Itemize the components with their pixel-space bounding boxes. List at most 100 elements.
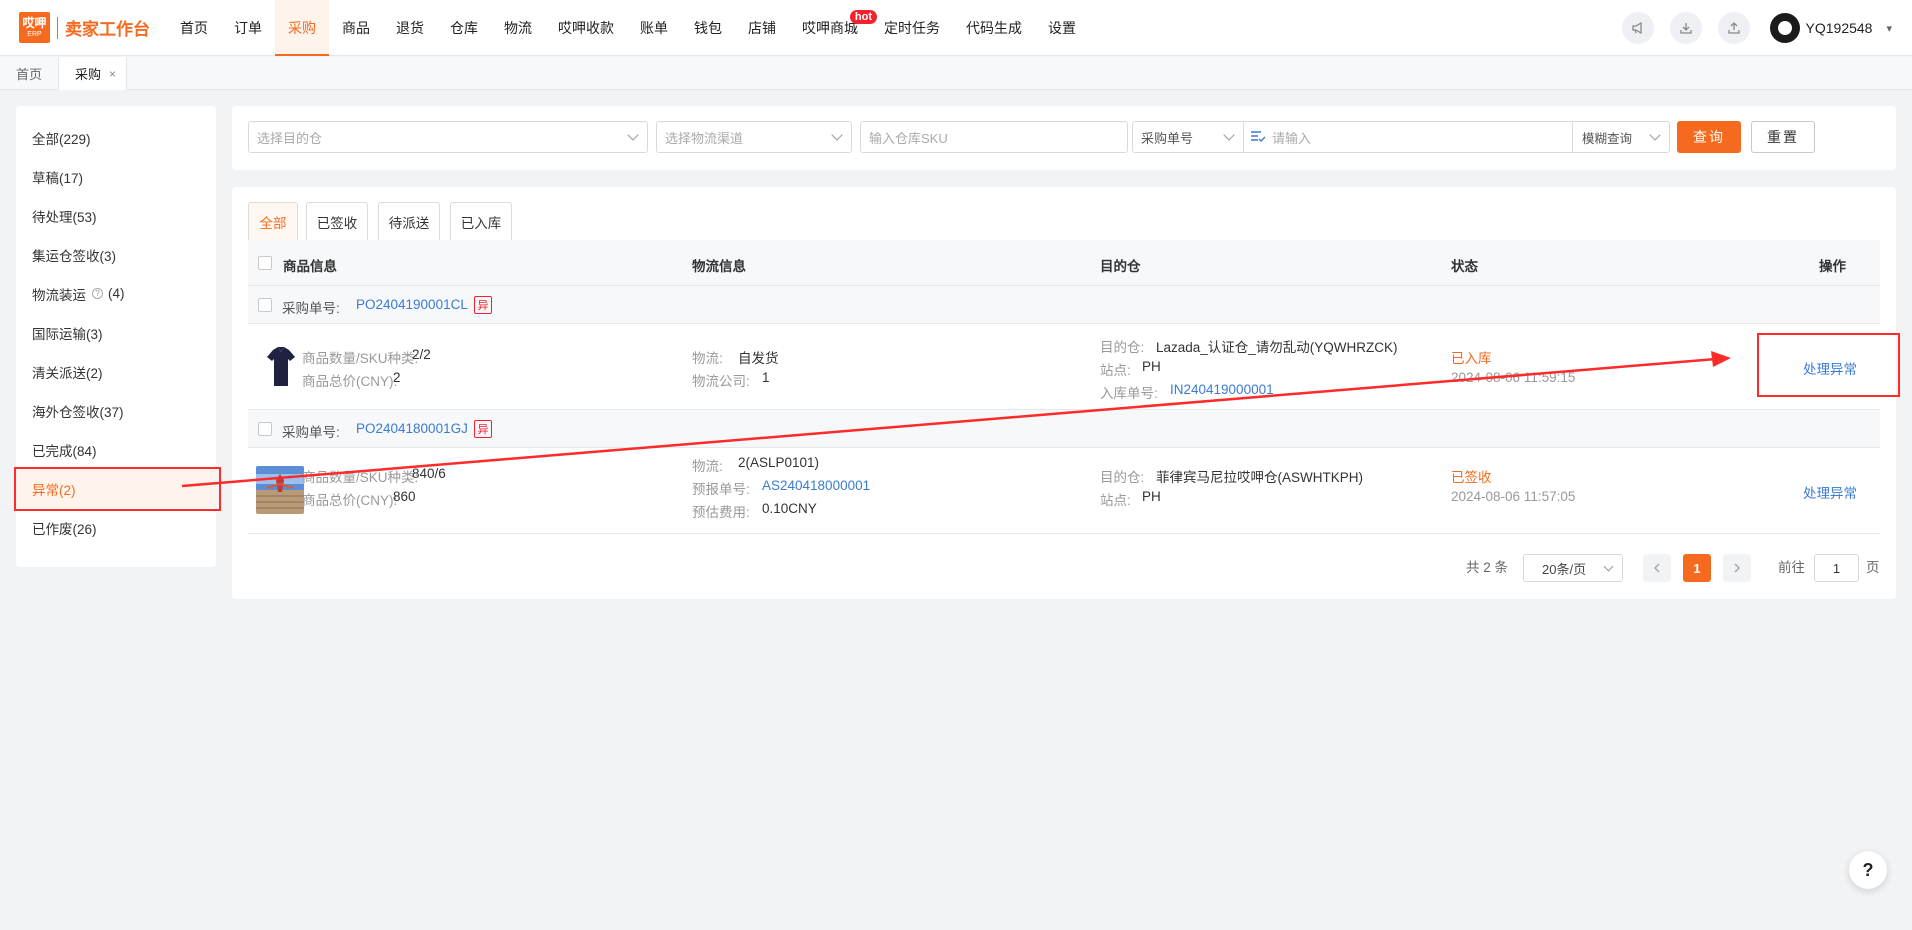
sidebar-item-draft[interactable]: 草稿(17)	[16, 157, 216, 196]
sidebar-item-international[interactable]: 国际运输(3)	[16, 313, 216, 352]
sidebar-item-all[interactable]: 全部(229)	[16, 118, 216, 157]
nav-wallet[interactable]: 钱包	[681, 0, 735, 56]
sidebar-item-completed[interactable]: 已完成(84)	[16, 430, 216, 469]
handle-exception-link[interactable]: 处理异常	[1803, 482, 1857, 502]
nav-right-tools: YQ192548 ▾	[1606, 0, 1892, 56]
tab-label: 采购	[75, 67, 102, 82]
sidebar-item-void[interactable]: 已作废(26)	[16, 508, 216, 547]
question-icon[interactable]: ?	[92, 288, 103, 299]
inbound-label: 入库单号:	[1100, 386, 1158, 401]
nav-label: 退货	[396, 19, 424, 36]
goto-value: 1	[1832, 560, 1841, 576]
qty-value: 840/6	[412, 466, 446, 481]
nav-logistics[interactable]: 物流	[491, 0, 545, 56]
search-button[interactable]: 查询	[1677, 121, 1741, 153]
po-number-link[interactable]: PO2404180001GJ	[356, 421, 468, 436]
logistics-label: 物流:	[692, 351, 723, 366]
reset-button[interactable]: 重置	[1751, 121, 1815, 153]
chevron-down-icon	[1649, 129, 1661, 141]
keyword-input[interactable]: 请输入	[1243, 121, 1573, 153]
select-all-checkbox[interactable]	[258, 256, 272, 270]
username[interactable]: YQ192548	[1806, 20, 1873, 36]
main-menu: 首页 订单 采购 商品 退货 仓库 物流 哎呷收款 账单 钱包 店铺 哎呷商城 h…	[167, 0, 1089, 56]
nav-scheduled-tasks[interactable]: 定时任务	[871, 0, 953, 56]
dest-value: 菲律宾马尼拉哎呷仓(ASWHTKPH)	[1156, 470, 1363, 485]
page-tab-home[interactable]: 首页	[0, 57, 60, 90]
nav-settings[interactable]: 设置	[1035, 0, 1089, 56]
nav-returns[interactable]: 退货	[383, 0, 437, 56]
sidebar-item-pending[interactable]: 待处理(53)	[16, 196, 216, 235]
sidebar-item-customs[interactable]: 清关派送(2)	[16, 352, 216, 391]
status-sidebar: 全部(229) 草稿(17) 待处理(53) 集运仓签收(3) 物流装运 ? (…	[16, 106, 216, 567]
po-number-link[interactable]: PO2404190001CL	[356, 297, 468, 312]
handle-exception-link[interactable]: 处理异常	[1803, 358, 1857, 378]
table-row: 商品数量/SKU种类: 2/2 商品总价(CNY): 2 物流: 自发货 物流公…	[248, 324, 1880, 410]
chevron-left-icon	[1653, 563, 1660, 573]
sidebar-item-label: 已完成(84)	[32, 443, 97, 459]
nav-payments[interactable]: 哎呷收款	[545, 0, 627, 56]
sidebar-item-exception[interactable]: 异常(2)	[16, 469, 216, 508]
chevron-down-icon[interactable]: ▾	[1886, 22, 1892, 35]
brand-logo[interactable]: 哎呷 ERP 卖家工作台	[19, 0, 150, 56]
status-text: 已入库	[1451, 351, 1492, 366]
nav-warehouse[interactable]: 仓库	[437, 0, 491, 56]
header-status: 状态	[1451, 259, 1478, 274]
row-checkbox[interactable]	[258, 422, 272, 436]
download-icon[interactable]	[1669, 12, 1702, 44]
sidebar-item-label: 国际运输(3)	[32, 326, 103, 342]
company-label: 物流公司:	[692, 374, 750, 389]
page-tab-purchase[interactable]: 采购 ×	[59, 57, 128, 90]
prev-page-button[interactable]	[1643, 554, 1671, 582]
nav-label: 设置	[1048, 19, 1076, 36]
table-row: 商品数量/SKU种类: 840/6 商品总价(CNY): 860 物流: 2(A…	[248, 448, 1880, 534]
batch-list-icon[interactable]	[1250, 130, 1266, 144]
sidebar-item-overseas-received[interactable]: 海外仓签收(37)	[16, 391, 216, 430]
site-label: 站点:	[1100, 493, 1131, 508]
warehouse-select[interactable]: 选择目的仓	[248, 121, 648, 153]
match-mode-select[interactable]: 模糊查询	[1572, 121, 1670, 153]
upload-icon[interactable]	[1717, 12, 1750, 44]
page-size-select[interactable]: 20条/页	[1523, 554, 1623, 582]
page-unit-label: 页	[1866, 560, 1880, 575]
nav-label: 仓库	[450, 19, 478, 36]
nav-purchase[interactable]: 采购	[275, 0, 329, 56]
logo-divider	[57, 16, 58, 39]
forecast-number-link[interactable]: AS240418000001	[762, 478, 870, 493]
nav-home[interactable]: 首页	[167, 0, 221, 56]
page-button-current[interactable]: 1	[1683, 554, 1711, 582]
tab-label: 全部	[259, 215, 287, 231]
nav-codegen[interactable]: 代码生成	[953, 0, 1035, 56]
inbound-number-link[interactable]: IN240419000001	[1170, 382, 1274, 397]
sku-input[interactable]: 输入仓库SKU	[860, 121, 1128, 153]
tab-stored[interactable]: 已入库	[450, 202, 512, 240]
channel-select[interactable]: 选择物流渠道	[656, 121, 852, 153]
close-icon[interactable]: ×	[109, 67, 116, 81]
button-label: 查询	[1693, 129, 1725, 145]
table-header: 商品信息 物流信息 目的仓 状态 操作	[248, 240, 1880, 286]
dest-value: Lazada_认证仓_请勿乱动(YQWHRZCK)	[1156, 340, 1398, 355]
nav-orders[interactable]: 订单	[221, 0, 275, 56]
order-type-select[interactable]: 采购单号	[1132, 121, 1244, 153]
tab-signed[interactable]: 已签收	[306, 202, 368, 240]
total-label: 商品总价(CNY):	[302, 374, 398, 389]
sidebar-item-shipping[interactable]: 物流装运 ? (4)	[16, 274, 216, 313]
nav-stores[interactable]: 店铺	[735, 0, 789, 56]
sidebar-item-consolidation-received[interactable]: 集运仓签收(3)	[16, 235, 216, 274]
top-nav: 哎呷 ERP 卖家工作台 首页 订单 采购 商品 退货 仓库 物流 哎呷收款 账…	[0, 0, 1912, 56]
next-page-button[interactable]	[1723, 554, 1751, 582]
product-thumbnail[interactable]	[256, 466, 304, 514]
user-avatar[interactable]	[1769, 13, 1800, 43]
announcement-icon[interactable]	[1621, 12, 1654, 44]
tab-all[interactable]: 全部	[248, 202, 298, 240]
product-thumbnail[interactable]	[264, 344, 298, 390]
site-value: PH	[1142, 489, 1161, 504]
total-value: 860	[393, 489, 416, 504]
tab-awaiting-delivery[interactable]: 待派送	[378, 202, 440, 240]
goto-page-input[interactable]: 1	[1814, 554, 1859, 582]
nav-products[interactable]: 商品	[329, 0, 383, 56]
nav-bills[interactable]: 账单	[627, 0, 681, 56]
nav-mall[interactable]: 哎呷商城 hot	[789, 0, 877, 56]
workbench-title: 卖家工作台	[65, 20, 150, 39]
row-checkbox[interactable]	[258, 298, 272, 312]
help-button[interactable]: ?	[1849, 851, 1887, 889]
